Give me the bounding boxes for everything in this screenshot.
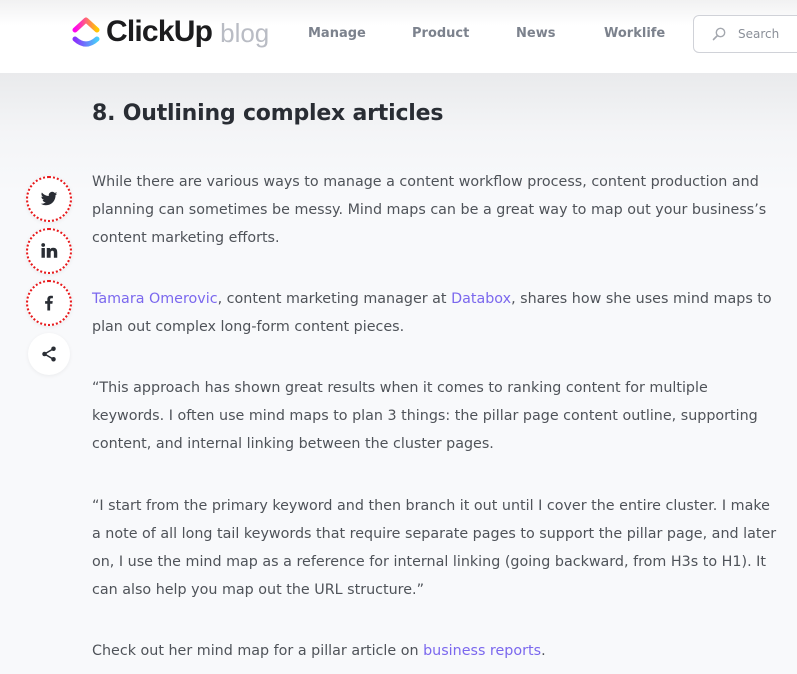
article-paragraph-intro: While there are various ways to manage a… — [92, 174, 767, 246]
share-twitter-button[interactable] — [26, 176, 72, 222]
logo-blog-suffix: blog — [220, 18, 270, 48]
link-tamara-omerovic[interactable]: Tamara Omerovic — [92, 291, 218, 307]
share-linkedin-button[interactable] — [26, 228, 72, 274]
nav-manage[interactable]: Manage — [308, 26, 366, 41]
search-icon — [712, 27, 726, 41]
cta-end: . — [541, 643, 546, 659]
section-heading: 8. Outlining complex articles — [92, 101, 444, 126]
search-input[interactable]: Search — [693, 15, 797, 53]
share-facebook-button[interactable] — [26, 280, 72, 326]
cta-text: Check out her mind map for a pillar arti… — [92, 643, 424, 659]
share-icon — [42, 346, 56, 362]
facebook-icon — [45, 295, 53, 311]
article-quote-2: “I start from the primary keyword and th… — [92, 498, 777, 598]
article-quote-1: “This approach has shown great results w… — [92, 380, 758, 452]
attribution-text-1: , content marketing manager at — [217, 291, 452, 307]
logo-text: ClickUp — [106, 14, 213, 48]
search-placeholder: Search — [738, 27, 780, 41]
link-databox[interactable]: Databox — [451, 291, 511, 307]
nav-news[interactable]: News — [516, 26, 555, 41]
article-paragraph-cta: Check out her mind map for a pillar arti… — [92, 637, 782, 665]
clickup-logo[interactable]: ClickUp blog — [72, 14, 269, 49]
linkedin-icon — [41, 243, 58, 258]
article-paragraph-attribution: Tamara Omerovic, content marketing manag… — [92, 285, 782, 341]
link-business-reports[interactable]: business reports — [423, 643, 541, 659]
site-header: ClickUp blog Manage Product News Worklif… — [0, 0, 797, 73]
nav-worklife[interactable]: Worklife — [604, 26, 665, 41]
share-more-button[interactable] — [28, 333, 70, 375]
clickup-logo-icon — [72, 17, 100, 46]
nav-product[interactable]: Product — [412, 26, 469, 41]
twitter-icon — [40, 191, 58, 206]
